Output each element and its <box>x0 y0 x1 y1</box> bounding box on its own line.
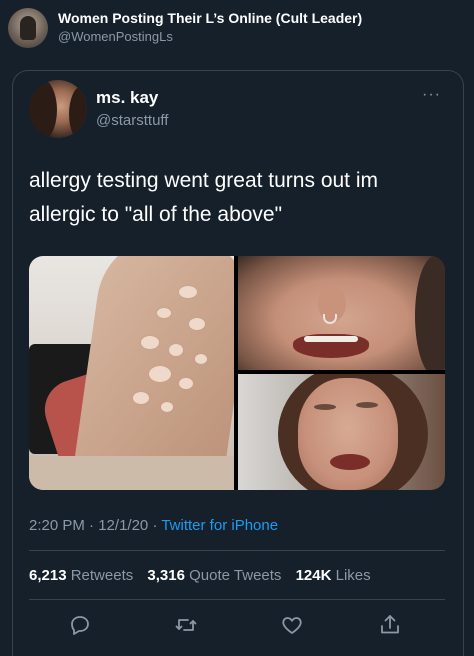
header-account-handle[interactable]: @WomenPostingLs <box>58 29 173 44</box>
retweets-stat[interactable]: 6,213 Retweets <box>29 567 133 584</box>
tweet-stats: 6,213 Retweets 3,316 Quote Tweets 124K L… <box>29 567 371 584</box>
more-options-icon[interactable]: ··· <box>422 86 441 104</box>
divider <box>29 599 445 600</box>
author-avatar[interactable] <box>29 80 87 138</box>
divider <box>29 550 445 551</box>
quote-tweets-stat[interactable]: 3,316 Quote Tweets <box>147 567 281 584</box>
tweet-source-link[interactable]: Twitter for iPhone <box>161 517 278 534</box>
reply-icon[interactable] <box>63 608 97 642</box>
action-bar <box>29 608 445 642</box>
photo-face-closeup[interactable] <box>238 256 445 370</box>
photo-arm[interactable] <box>29 256 234 490</box>
like-icon[interactable] <box>275 608 309 642</box>
likes-stat[interactable]: 124K Likes <box>296 567 371 584</box>
quote-header: Women Posting Their L’s Online (Cult Lea… <box>0 0 474 60</box>
header-avatar[interactable] <box>8 8 48 48</box>
photo-face-swollen[interactable] <box>238 374 445 490</box>
author-handle[interactable]: @starsttuff <box>96 112 168 129</box>
tweet-meta: 2:20 PM · 12/1/20 · Twitter for iPhone <box>29 517 278 534</box>
tweet-time[interactable]: 2:20 PM <box>29 517 85 534</box>
header-account-name[interactable]: Women Posting Their L’s Online (Cult Lea… <box>58 10 362 26</box>
meta-separator: · <box>152 517 158 534</box>
retweet-icon[interactable] <box>169 608 203 642</box>
meta-separator: · <box>89 517 95 534</box>
share-icon[interactable] <box>373 608 407 642</box>
tweet-text: allergy testing went great turns out im … <box>29 169 379 226</box>
author-name[interactable]: ms. kay <box>96 88 158 108</box>
media-grid <box>29 256 445 490</box>
tweet-date[interactable]: 12/1/20 <box>98 517 148 534</box>
